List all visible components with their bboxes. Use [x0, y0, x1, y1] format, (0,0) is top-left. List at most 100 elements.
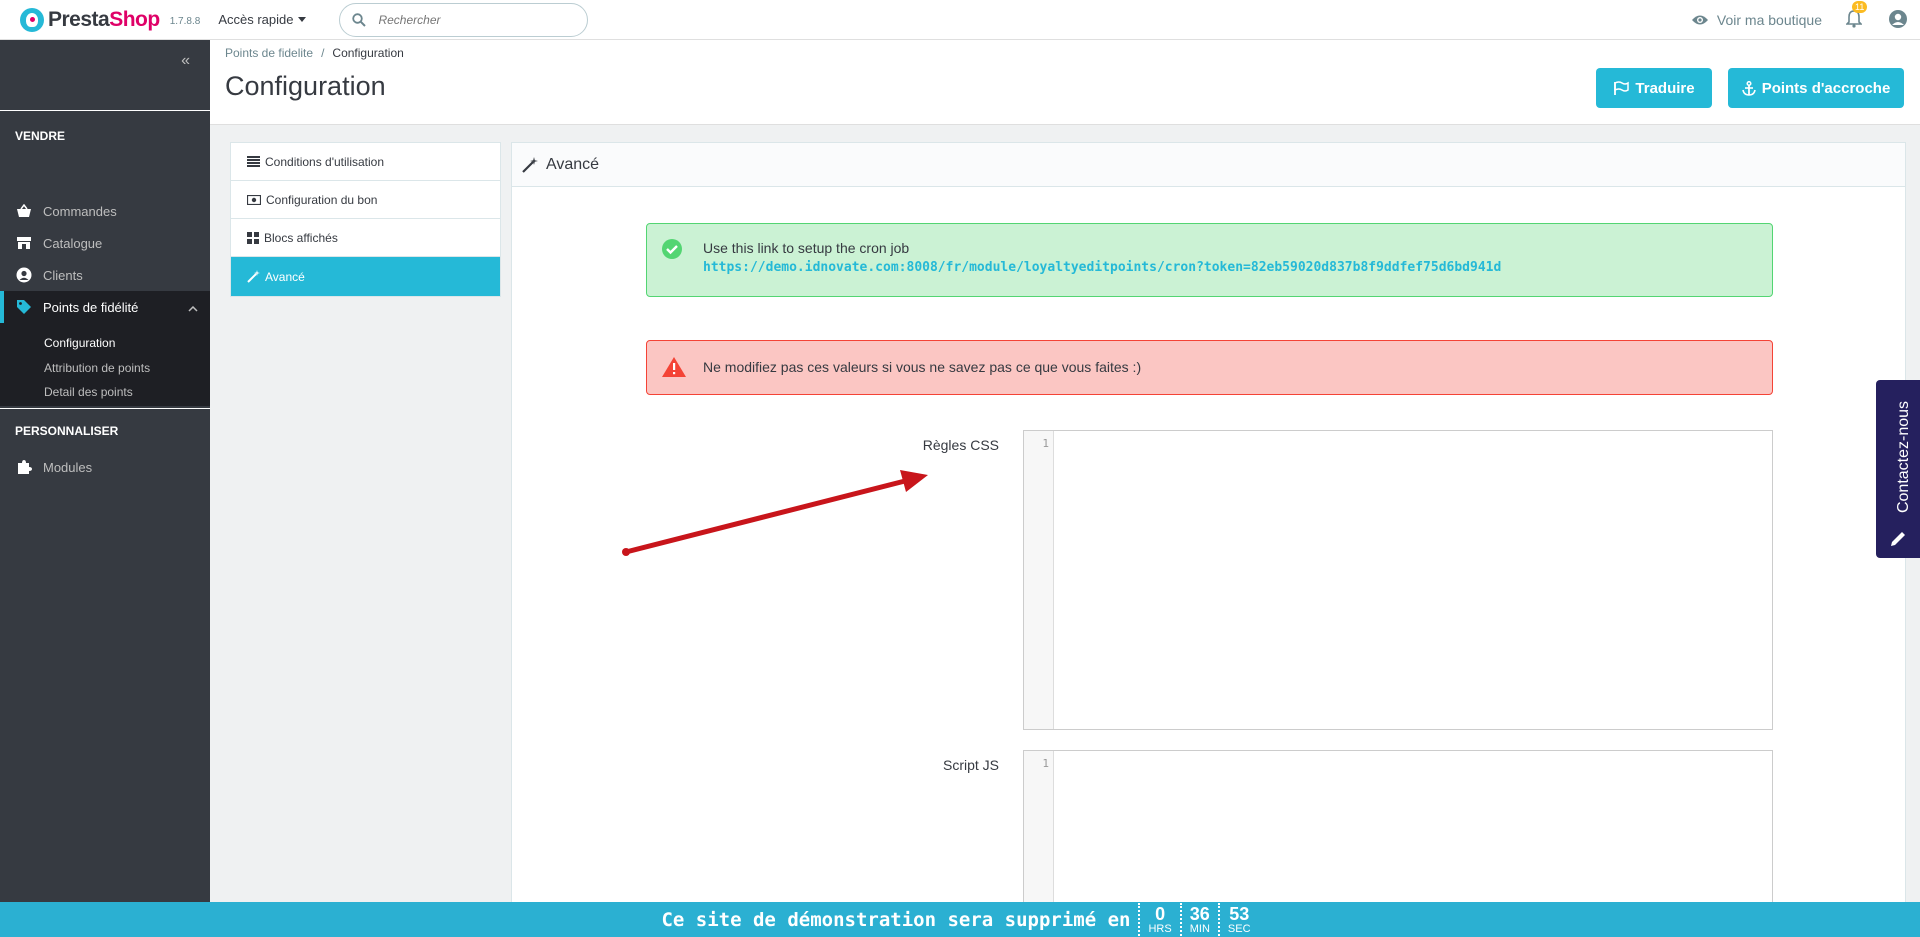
translate-button[interactable]: Traduire — [1596, 68, 1712, 108]
sidebar-item-modules[interactable]: Modules — [0, 452, 210, 482]
sidebar-divider — [0, 408, 210, 409]
section-title-customize: PERSONNALISER — [15, 424, 119, 438]
sidebar-item-catalog[interactable]: Catalogue — [0, 228, 210, 258]
notification-count-badge: 11 — [1852, 0, 1868, 13]
eye-icon — [1691, 15, 1708, 25]
editor-gutter: 1 — [1024, 431, 1054, 729]
active-indicator — [0, 291, 4, 323]
tab-label: Avancé — [265, 269, 305, 284]
puffin-logo-icon — [20, 7, 44, 32]
contact-us-label: Contactez-nous — [1895, 400, 1913, 514]
prestashop-logo[interactable]: PrestaShop — [20, 7, 160, 32]
user-circle-icon — [1889, 9, 1907, 28]
check-circle-icon — [662, 239, 682, 259]
page-header: Points de fidelite / Configuration Confi… — [210, 40, 1920, 125]
search-box[interactable] — [339, 2, 589, 37]
sidebar-subitem-configuration[interactable]: Configuration — [44, 336, 115, 350]
timer-seconds: 53 SEC — [1217, 903, 1259, 936]
config-tabs: Conditions d'utilisation Configuration d… — [230, 142, 501, 297]
timer-seconds-unit: SEC — [1227, 922, 1251, 935]
magic-wand-icon — [522, 156, 538, 173]
css-rules-label: Règles CSS — [922, 437, 999, 453]
cron-info-alert: Use this link to setup the cron job http… — [646, 223, 1773, 297]
sidebar-item-orders[interactable]: Commandes — [0, 196, 210, 226]
view-shop-link[interactable]: Voir ma boutique — [1691, 12, 1822, 28]
hooks-button[interactable]: Points d'accroche — [1728, 68, 1904, 108]
tab-displayed-blocks[interactable]: Blocs affichés — [231, 219, 500, 257]
sidebar-item-label: Catalogue — [43, 235, 103, 251]
timer-minutes: 36 MIN — [1179, 903, 1218, 936]
sidebar-subitem-details[interactable]: Detail des points — [44, 385, 133, 399]
tab-label: Blocs affichés — [264, 230, 338, 245]
flag-icon — [1614, 81, 1630, 95]
page-title: Configuration — [225, 71, 386, 101]
css-rules-editor[interactable]: 1 — [1023, 430, 1773, 730]
quick-access-dropdown[interactable]: Accès rapide — [218, 12, 307, 27]
list-icon — [247, 156, 260, 167]
quick-access-label: Accès rapide — [218, 12, 294, 27]
search-input[interactable] — [378, 12, 559, 27]
sidebar-item-label: Points de fidélité — [43, 299, 139, 315]
js-script-label: Script JS — [942, 757, 999, 773]
sidebar-item-label: Clients — [43, 267, 83, 283]
timer-hours: 0 HRS — [1138, 903, 1179, 936]
sidebar-subitem-attribution[interactable]: Attribution de points — [44, 361, 150, 375]
sidebar-subnav: Configuration Attribution de points Deta… — [0, 323, 210, 406]
tag-icon — [15, 298, 33, 316]
user-circle-icon — [15, 266, 33, 284]
tab-advanced[interactable]: Avancé — [231, 257, 500, 296]
tab-voucher-config[interactable]: Configuration du bon — [231, 181, 500, 219]
tab-terms[interactable]: Conditions d'utilisation — [231, 143, 500, 181]
cron-link[interactable]: https://demo.idnovate.com:8008/fr/module… — [703, 258, 1501, 278]
logo-text: PrestaShop — [48, 7, 160, 31]
timer-seconds-value: 53 — [1229, 903, 1250, 924]
breadcrumb: Points de fidelite / Configuration — [225, 46, 404, 60]
puzzle-icon — [15, 458, 33, 476]
section-title-sell: VENDRE — [15, 129, 66, 143]
basket-icon — [15, 202, 33, 220]
search-icon — [352, 12, 367, 27]
store-icon — [15, 234, 33, 252]
panel-heading-title: Avancé — [546, 155, 600, 173]
timer-hours-unit: HRS — [1148, 922, 1172, 935]
breadcrumb-current: Configuration — [332, 46, 404, 60]
view-shop-label: Voir ma boutique — [1716, 12, 1822, 28]
line-number: 1 — [1042, 757, 1049, 770]
breadcrumb-separator: / — [321, 46, 325, 60]
grid-icon — [247, 231, 259, 244]
caret-down-icon — [298, 17, 307, 22]
demo-banner-text: Ce site de démonstration sera supprimé e… — [661, 908, 1131, 931]
anchor-icon — [1741, 80, 1756, 96]
pencil-icon — [1891, 532, 1905, 546]
translate-button-label: Traduire — [1635, 79, 1695, 97]
magic-wand-icon — [247, 270, 260, 283]
timer-hours-value: 0 — [1155, 903, 1166, 924]
warning-triangle-icon — [662, 357, 686, 377]
cron-info-text: Use this link to setup the cron job — [703, 240, 910, 256]
warning-text: Ne modifiez pas ces valeurs si vous ne s… — [703, 359, 1142, 375]
hooks-button-label: Points d'accroche — [1761, 79, 1891, 97]
sidebar-divider — [0, 110, 210, 111]
tab-label: Configuration du bon — [266, 192, 378, 207]
warning-alert: Ne modifiez pas ces valeurs si vous ne s… — [646, 340, 1773, 395]
sidebar-item-label: Modules — [43, 459, 93, 475]
version-label: 1.7.8.8 — [169, 16, 201, 27]
money-icon — [247, 194, 261, 205]
notifications-button[interactable]: 11 — [1845, 0, 1868, 31]
sidebar-item-loyalty[interactable]: Points de fidélité — [0, 291, 210, 323]
account-button[interactable] — [1888, 9, 1908, 32]
top-header: PrestaShop 1.7.8.8 Accès rapide Voir ma … — [0, 0, 1920, 40]
tab-label: Conditions d'utilisation — [265, 154, 385, 169]
sidebar-item-customers[interactable]: Clients — [0, 260, 210, 290]
chevron-up-icon — [188, 300, 198, 315]
sidebar-item-label: Commandes — [43, 203, 117, 219]
timer-minutes-value: 36 — [1189, 903, 1210, 924]
demo-countdown-banner: Ce site de démonstration sera supprimé e… — [0, 902, 1920, 937]
advanced-panel: Avancé Use this link to setup the cron j… — [511, 142, 1906, 937]
contact-us-tab[interactable]: Contactez-nous — [1876, 380, 1920, 558]
timer-minutes-unit: MIN — [1189, 922, 1210, 935]
sidebar: « VENDRE Commandes Catalogue Clients Poi… — [0, 40, 210, 902]
breadcrumb-parent-link[interactable]: Points de fidelite — [225, 46, 313, 60]
collapse-sidebar-icon[interactable]: « — [181, 52, 190, 70]
panel-heading: Avancé — [512, 143, 1905, 187]
